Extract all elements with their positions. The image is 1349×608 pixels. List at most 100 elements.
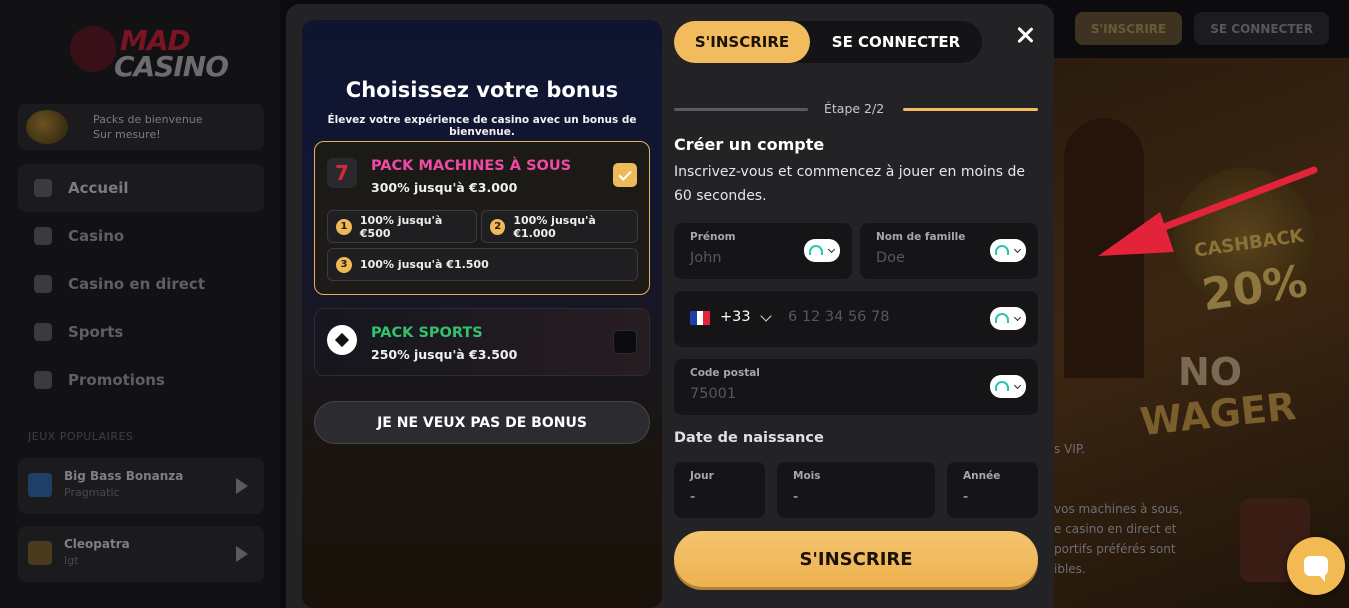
bonus-tier: 2 100% jusqu'à €1.000 bbox=[481, 210, 638, 243]
header-signup-button[interactable]: S'INSCRIRE bbox=[1074, 12, 1183, 45]
banner-text-line: vos machines à sous, bbox=[1054, 502, 1183, 516]
bonus-tier: 3 100% jusqu'à €1.500 bbox=[327, 248, 638, 281]
banner-text-vip: s VIP. bbox=[1054, 442, 1085, 456]
sidebar-item-casino-live[interactable]: Casino en direct bbox=[18, 260, 264, 308]
tier-number: 3 bbox=[336, 256, 352, 273]
pack-sports-option[interactable]: PACK SPORTS 250% jusqu'à €3.500 bbox=[314, 308, 650, 376]
game-provider: Pragmatic bbox=[64, 486, 120, 499]
game-thumbnail bbox=[28, 473, 52, 497]
close-icon[interactable] bbox=[1012, 22, 1038, 48]
country-code[interactable]: +33 bbox=[720, 309, 751, 325]
sidebar-item-sports[interactable]: Sports bbox=[18, 308, 264, 356]
pack-amount: 250% jusqu'à €3.500 bbox=[371, 347, 518, 362]
field-label: Prénom bbox=[690, 231, 736, 243]
field-label: Code postal bbox=[690, 367, 760, 379]
phone-field[interactable]: +33 6 12 34 56 78 bbox=[674, 291, 1038, 347]
dob-year-select[interactable]: Année - bbox=[947, 462, 1038, 518]
france-flag-icon[interactable] bbox=[690, 311, 711, 325]
first-name-field[interactable]: Prénom John bbox=[674, 223, 852, 279]
sidebar: MAD CASINO Packs de bienvenue Sur mesure… bbox=[0, 0, 280, 608]
password-manager-icon[interactable] bbox=[990, 239, 1026, 262]
game-card[interactable]: Cleopatra Igt bbox=[18, 526, 264, 582]
play-icon[interactable] bbox=[236, 478, 248, 494]
banner-no: NO bbox=[1178, 350, 1243, 394]
sidebar-item-label: Promotions bbox=[68, 371, 165, 389]
pack-slots-option[interactable]: 7 PACK MACHINES À SOUS 300% jusqu'à €3.0… bbox=[314, 141, 650, 295]
chevron-down-icon[interactable] bbox=[760, 310, 772, 322]
cards-icon bbox=[34, 275, 52, 293]
sidebar-item-accueil[interactable]: Accueil bbox=[18, 164, 264, 212]
dob-month-select[interactable]: Mois - bbox=[777, 462, 935, 518]
casino-icon bbox=[34, 227, 52, 245]
sidebar-item-label: Casino bbox=[68, 227, 125, 245]
tier-label: 100% jusqu'à €500 bbox=[359, 213, 443, 240]
password-manager-icon[interactable] bbox=[990, 307, 1026, 330]
chat-bubble-icon bbox=[1304, 556, 1328, 582]
dob-label: Date de naissance bbox=[674, 430, 824, 446]
dob-month-value: - bbox=[793, 489, 799, 505]
game-title: Cleopatra bbox=[64, 537, 130, 551]
last-name-placeholder: Doe bbox=[876, 250, 905, 266]
form-title: Créer un compte bbox=[674, 135, 825, 154]
game-card[interactable]: Big Bass Bonanza Pragmatic bbox=[18, 458, 264, 514]
password-manager-icon[interactable] bbox=[990, 375, 1026, 398]
progress-track-right bbox=[903, 108, 1038, 111]
postal-code-field[interactable]: Code postal 75001 bbox=[674, 359, 1038, 415]
tier-number: 1 bbox=[336, 218, 352, 235]
progress-track-left bbox=[674, 108, 808, 111]
sidebar-item-label: Sports bbox=[68, 323, 124, 341]
no-bonus-button[interactable]: JE NE VEUX PAS DE BONUS bbox=[314, 401, 650, 444]
pack-sports-checkbox[interactable] bbox=[613, 330, 637, 354]
auth-tabs: S'INSCRIRE SE CONNECTER bbox=[674, 21, 982, 63]
step-progress: Étape 2/2 bbox=[674, 100, 1038, 118]
first-name-placeholder: John bbox=[690, 250, 722, 266]
game-provider: Igt bbox=[64, 554, 79, 567]
pack-slots-checkbox[interactable] bbox=[613, 163, 637, 187]
tier-label: 100% jusqu'à €1.000 bbox=[513, 213, 596, 240]
banner-text-line: e casino en direct et bbox=[1054, 522, 1177, 536]
submit-signup-button[interactable]: S'INSCRIRE bbox=[674, 531, 1038, 587]
header-actions: S'INSCRIRE SE CONNECTER bbox=[1074, 12, 1329, 45]
pack-name: PACK MACHINES À SOUS bbox=[371, 158, 572, 174]
home-icon bbox=[34, 179, 52, 197]
tab-signup[interactable]: S'INSCRIRE bbox=[674, 21, 810, 63]
welcome-line1: Packs de bienvenue bbox=[93, 113, 203, 126]
header-login-button[interactable]: SE CONNECTER bbox=[1194, 12, 1329, 45]
tier-number: 2 bbox=[490, 218, 506, 235]
tab-login[interactable]: SE CONNECTER bbox=[810, 21, 982, 63]
field-label: Jour bbox=[690, 470, 714, 482]
game-thumbnail bbox=[28, 541, 52, 565]
dob-day-value: - bbox=[690, 489, 696, 505]
sidebar-item-promotions[interactable]: Promotions bbox=[18, 356, 264, 404]
welcome-pack-promo[interactable]: Packs de bienvenue Sur mesure! bbox=[18, 104, 264, 150]
chat-button[interactable] bbox=[1287, 537, 1345, 595]
dob-day-select[interactable]: Jour - bbox=[674, 462, 765, 518]
welcome-line2: Sur mesure! bbox=[93, 128, 161, 141]
coins-icon bbox=[26, 110, 68, 144]
password-manager-icon[interactable] bbox=[804, 239, 840, 262]
red-arrow-annotation bbox=[1098, 166, 1318, 256]
signup-modal: Choisissez votre bonus Élevez votre expé… bbox=[286, 4, 1054, 608]
checkmark-icon bbox=[618, 166, 632, 181]
sidebar-item-casino[interactable]: Casino bbox=[18, 212, 264, 260]
sidebar-item-label: Casino en direct bbox=[68, 275, 205, 293]
gift-icon bbox=[34, 371, 52, 389]
logo-mascot-icon bbox=[70, 26, 116, 72]
field-label: Année bbox=[963, 470, 1001, 482]
logo[interactable]: MAD CASINO bbox=[70, 22, 229, 83]
sidebar-nav: Accueil Casino Casino en direct Sports P… bbox=[18, 164, 264, 404]
slot-machine-icon: 7 bbox=[327, 158, 357, 188]
game-title: Big Bass Bonanza bbox=[64, 469, 184, 483]
banner-text-line: ibles. bbox=[1054, 562, 1086, 576]
bonus-title: Choisissez votre bonus bbox=[345, 78, 619, 102]
last-name-field[interactable]: Nom de famille Doe bbox=[860, 223, 1038, 279]
play-icon[interactable] bbox=[236, 546, 248, 562]
sidebar-item-label: Accueil bbox=[68, 179, 129, 197]
dob-year-value: - bbox=[963, 489, 969, 505]
bonus-panel: Choisissez votre bonus Élevez votre expé… bbox=[302, 20, 662, 608]
form-description: Inscrivez-vous et commencez à jouer en m… bbox=[674, 164, 1026, 204]
field-label: Nom de famille bbox=[876, 231, 966, 243]
popular-games-label: JEUX POPULAIRES bbox=[28, 430, 134, 443]
signup-form-panel: S'INSCRIRE SE CONNECTER Étape 2/2 Créer … bbox=[674, 4, 1054, 608]
logo-line2: CASINO bbox=[114, 50, 229, 83]
